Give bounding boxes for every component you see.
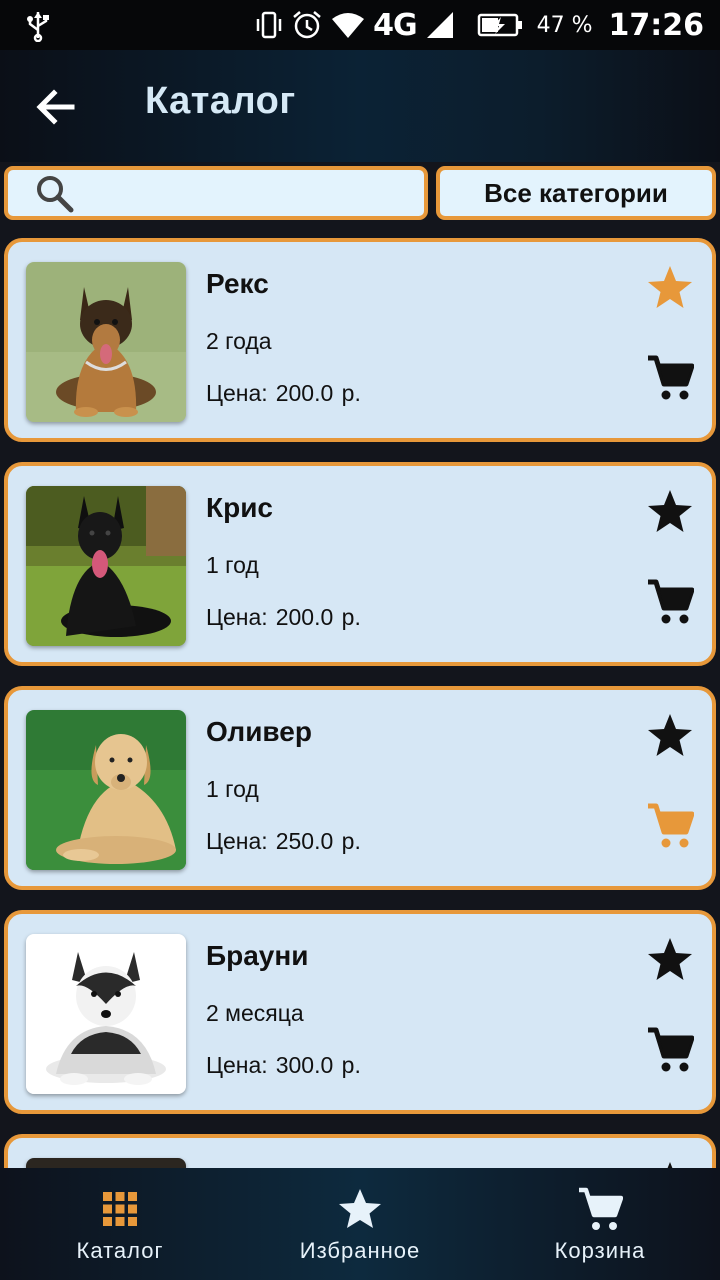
product-card[interactable]: Рекс 2 года Цена: 200.0 р. [4, 238, 716, 442]
nav-favorites[interactable]: Избранное [260, 1168, 460, 1280]
bottom-navigation: Каталог Избранное Корзина [0, 1168, 720, 1280]
dog-photo-black-shepherd [26, 486, 186, 646]
dog-photo-partial [26, 1158, 186, 1168]
product-card[interactable] [4, 1134, 716, 1168]
add-to-cart-icon[interactable] [646, 354, 694, 402]
nav-label: Каталог [76, 1238, 164, 1263]
dog-photo-golden-retriever [26, 710, 186, 870]
page-title: Каталог [145, 80, 296, 122]
battery-percent: 47 % [536, 12, 593, 38]
product-age: 1 год [206, 776, 259, 802]
dog-photo-husky-puppy [26, 934, 186, 1094]
product-name: Рекс [206, 268, 269, 299]
nav-label: Корзина [554, 1238, 646, 1263]
product-price: Цена: 200.0 р. [206, 380, 361, 406]
favorite-star-icon[interactable] [646, 488, 694, 534]
add-to-cart-icon[interactable] [646, 1026, 694, 1074]
product-price: Цена: 300.0 р. [206, 1052, 361, 1078]
add-to-cart-icon[interactable] [646, 802, 694, 850]
product-list[interactable]: Рекс 2 года Цена: 200.0 р. Крис 1 год Це… [0, 234, 720, 1168]
favorite-star-icon[interactable] [646, 712, 694, 758]
signal-icon [426, 12, 453, 38]
product-card[interactable]: Брауни 2 месяца Цена: 300.0 р. [4, 910, 716, 1114]
search-box[interactable] [4, 166, 428, 220]
dog-photo-shepherd [26, 262, 186, 422]
nav-label: Избранное [299, 1238, 421, 1263]
search-icon [37, 176, 74, 213]
product-price: Цена: 200.0 р. [206, 604, 361, 630]
product-age: 2 месяца [206, 1000, 304, 1026]
app-toolbar: Каталог [0, 50, 720, 162]
product-name: Оливер [206, 716, 312, 747]
product-card[interactable]: Оливер 1 год Цена: 250.0 р. [4, 686, 716, 890]
product-price: Цена: 250.0 р. [206, 828, 361, 854]
favorite-star-icon[interactable] [646, 1160, 694, 1168]
network-type: 4G [373, 7, 417, 43]
category-filter-button[interactable]: Все категории [436, 166, 716, 220]
usb-icon [27, 12, 49, 42]
nav-catalog[interactable]: Каталог [20, 1168, 220, 1280]
product-age: 2 года [206, 328, 272, 354]
favorite-star-icon[interactable] [646, 264, 694, 310]
cart-icon [579, 1187, 623, 1230]
wifi-icon [332, 13, 365, 38]
back-arrow-icon[interactable] [30, 84, 80, 130]
search-input[interactable] [88, 174, 412, 214]
star-icon [339, 1189, 381, 1228]
product-name: Брауни [206, 940, 309, 971]
clock: 17:26 [608, 7, 705, 43]
alarm-icon [293, 11, 321, 39]
add-to-cart-icon[interactable] [646, 578, 694, 626]
grid-icon [103, 1192, 137, 1226]
favorite-star-icon[interactable] [646, 936, 694, 982]
product-age: 1 год [206, 552, 259, 578]
product-card[interactable]: Крис 1 год Цена: 200.0 р. [4, 462, 716, 666]
battery-charging-icon [477, 13, 522, 37]
nav-cart[interactable]: Корзина [500, 1168, 700, 1280]
product-name: Крис [206, 492, 273, 523]
status-bar: 4G 47 % 17:26 [0, 0, 720, 50]
vibrate-icon [256, 11, 282, 39]
